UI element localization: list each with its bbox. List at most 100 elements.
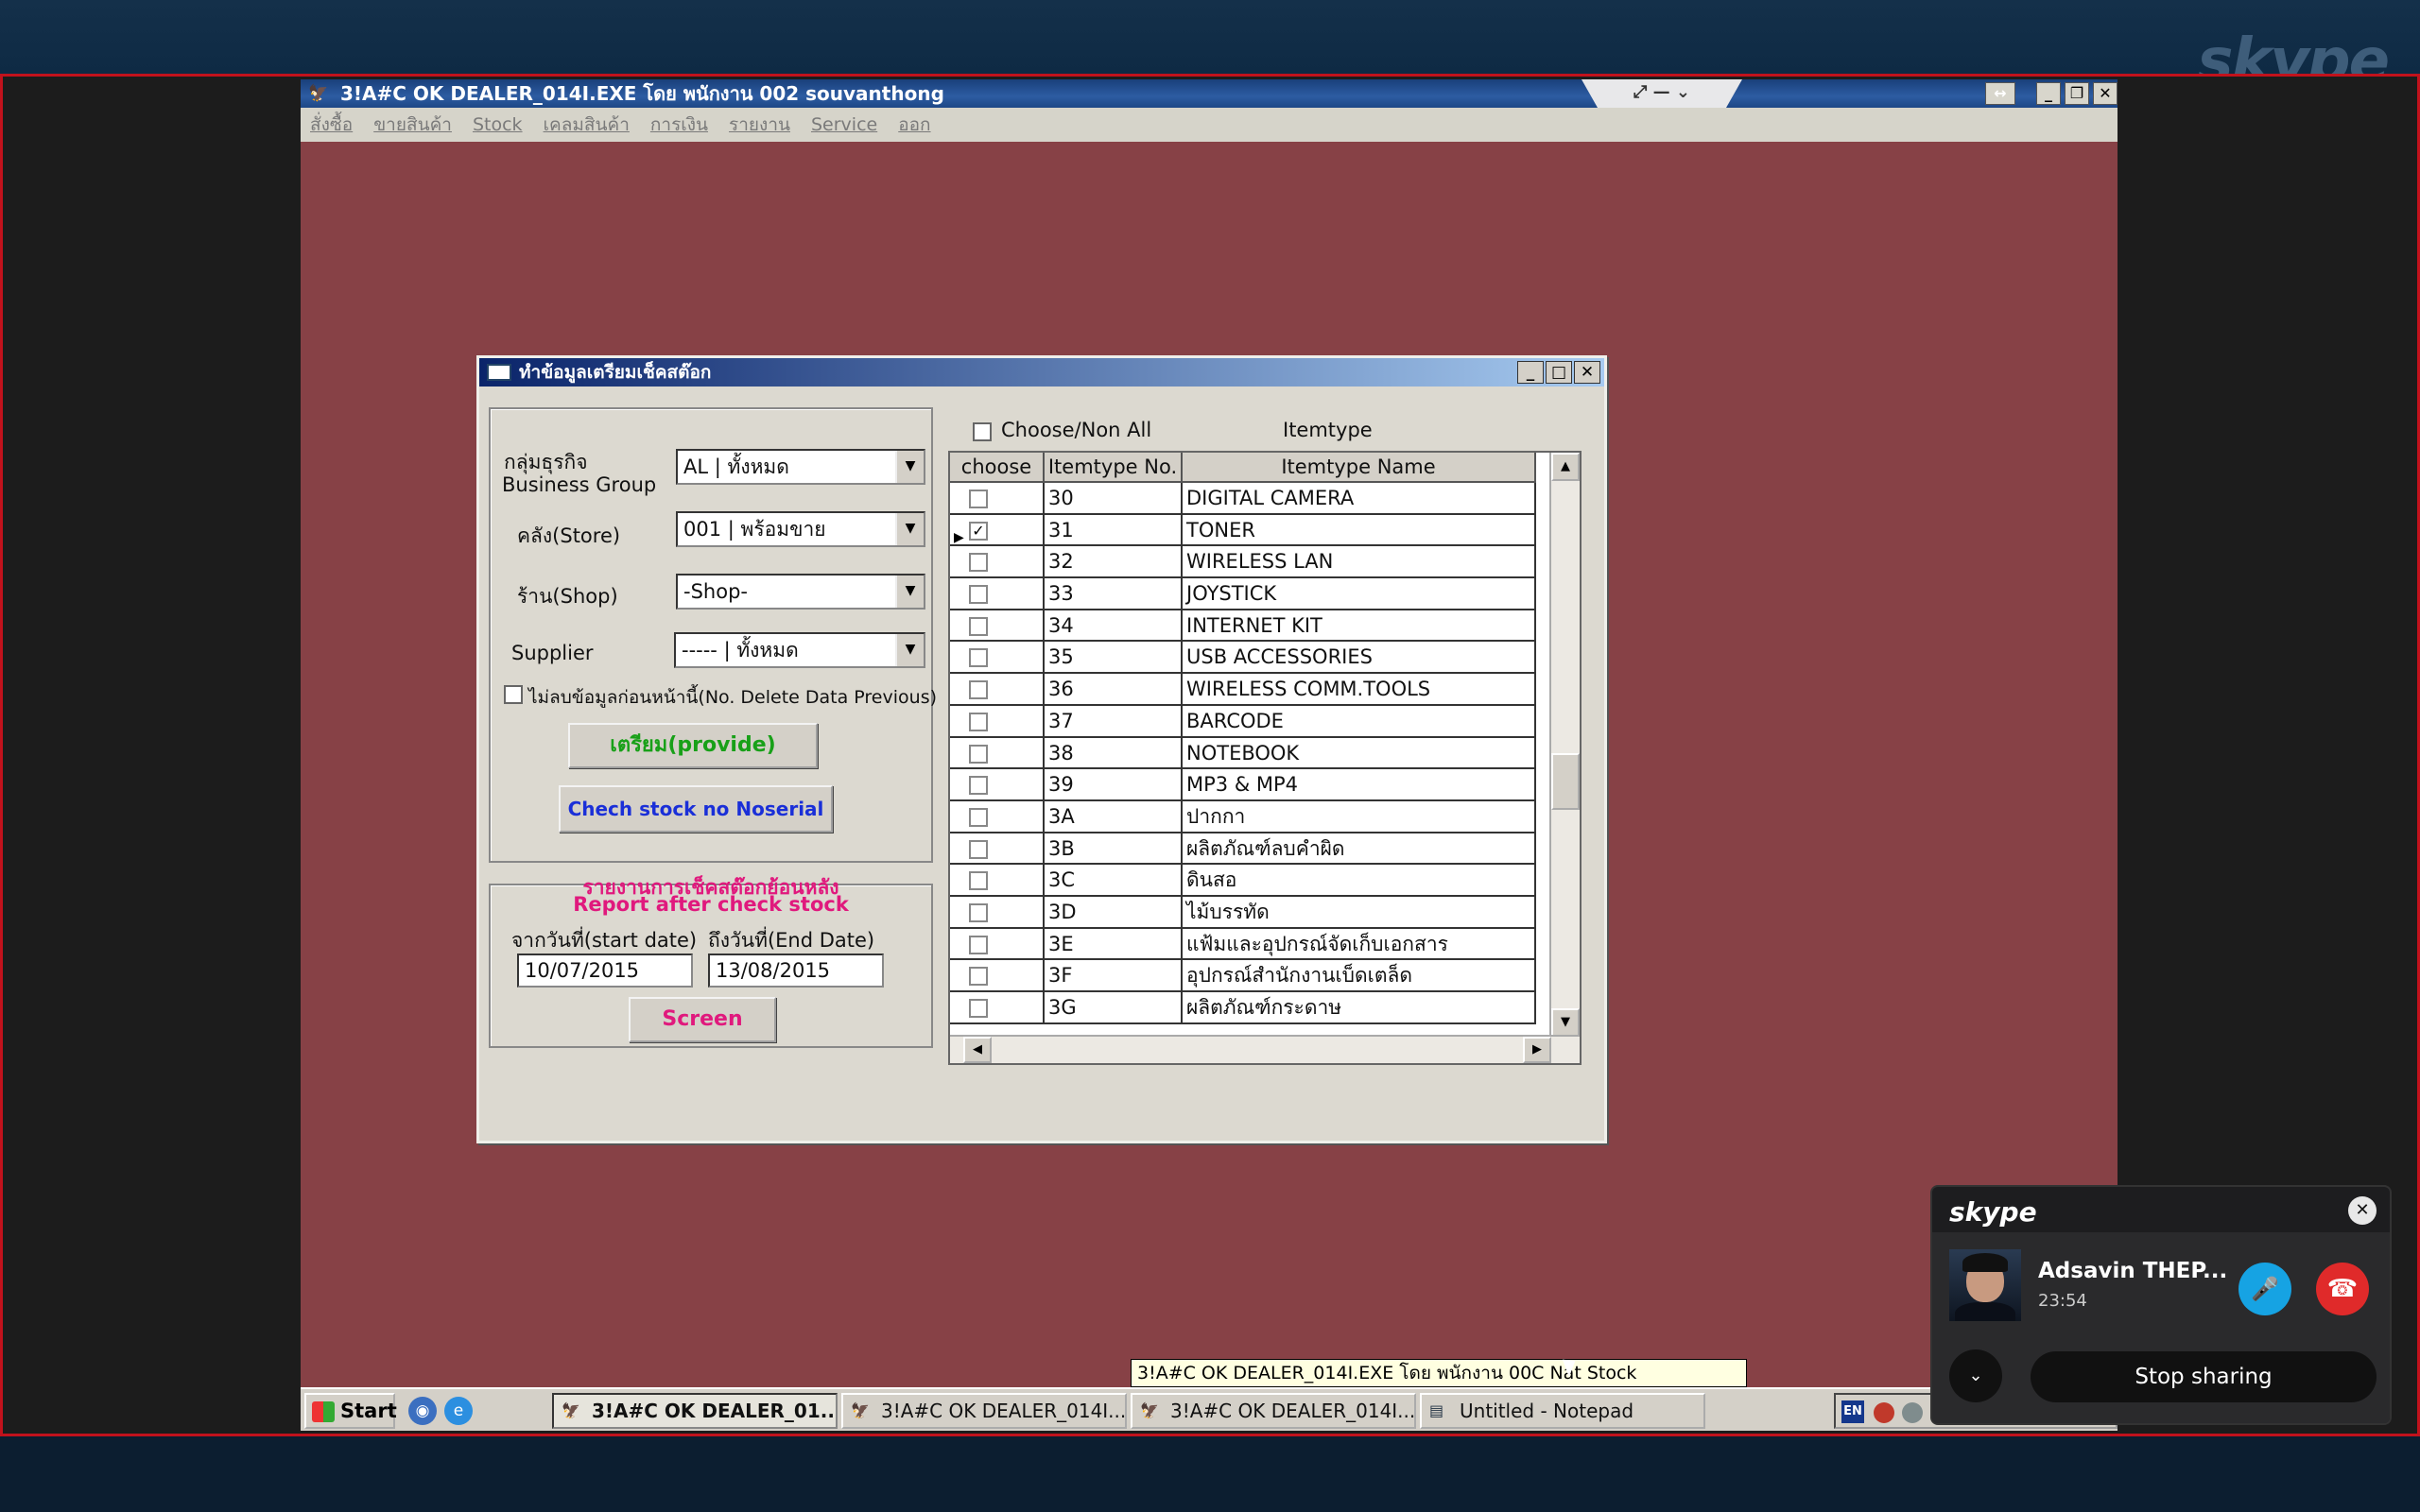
chevron-down-icon[interactable]: ▼ xyxy=(895,513,924,545)
table-row[interactable]: 34 INTERNET KIT xyxy=(950,610,1536,643)
scroll-left-icon[interactable]: ◀ xyxy=(963,1037,992,1063)
taskbar-item-3[interactable]: 🦅 3!A#C OK DEALER_014I... xyxy=(1131,1393,1416,1429)
grid-vertical-scrollbar[interactable]: ▲ ▼ xyxy=(1549,453,1580,1037)
row-checkbox[interactable] xyxy=(969,902,988,922)
row-checkbox[interactable] xyxy=(969,585,988,605)
table-row[interactable]: 30 DIGITAL CAMERA xyxy=(950,483,1536,515)
itemtype-no-cell[interactable]: 37 xyxy=(1045,705,1183,738)
itemtype-no-cell[interactable]: 3B xyxy=(1045,833,1183,866)
choose-cell[interactable] xyxy=(950,483,1045,515)
menu-finance[interactable]: การเงิน xyxy=(650,111,708,139)
itemtype-name-cell[interactable]: ผลิตภัณฑ์ลบคำผิด xyxy=(1183,833,1536,866)
internet-explorer-icon[interactable]: e xyxy=(444,1397,473,1425)
itemtype-name-cell[interactable]: MP3 & MP4 xyxy=(1183,769,1536,801)
store-select[interactable]: 001 | พร้อมขาย ▼ xyxy=(676,511,925,547)
close-icon[interactable]: ✕ xyxy=(2348,1196,2377,1225)
itemtype-name-cell[interactable]: NOTEBOOK xyxy=(1183,737,1536,770)
itemtype-no-cell[interactable]: 3G xyxy=(1045,992,1183,1024)
row-checkbox[interactable] xyxy=(969,616,988,636)
choose-cell[interactable] xyxy=(950,833,1045,866)
row-checkbox[interactable] xyxy=(969,712,988,731)
row-checkbox[interactable] xyxy=(969,648,988,668)
row-checkbox[interactable] xyxy=(969,967,988,987)
row-checkbox[interactable] xyxy=(969,680,988,700)
table-row[interactable]: 3D ไม้บรรทัด xyxy=(950,896,1536,929)
close-icon[interactable]: ✕ xyxy=(1574,361,1600,384)
table-row[interactable]: 38 NOTEBOOK xyxy=(950,737,1536,770)
table-row[interactable]: 33 JOYSTICK xyxy=(950,578,1536,610)
itemtype-no-cell[interactable]: 36 xyxy=(1045,674,1183,706)
itemtype-no-cell[interactable]: 3D xyxy=(1045,896,1183,929)
itemtype-name-cell[interactable]: DIGITAL CAMERA xyxy=(1183,483,1536,515)
desktop-quicklaunch-icon[interactable]: ◉ xyxy=(408,1397,437,1425)
menu-claim[interactable]: เคลมสินค้า xyxy=(544,111,630,139)
itemtype-name-cell[interactable]: ผลิตภัณฑ์กระดาษ xyxy=(1183,992,1536,1024)
row-checkbox[interactable] xyxy=(969,871,988,891)
choose-cell[interactable] xyxy=(950,769,1045,801)
row-checkbox[interactable] xyxy=(969,839,988,859)
row-checkbox[interactable] xyxy=(969,999,988,1018)
choose-cell[interactable] xyxy=(950,992,1045,1024)
menu-report[interactable]: รายงาน xyxy=(729,111,790,139)
microphone-icon[interactable]: 🎤 xyxy=(2238,1263,2291,1315)
itemtype-no-cell[interactable]: 34 xyxy=(1045,610,1183,643)
itemtype-name-cell[interactable]: ดินสอ xyxy=(1183,865,1536,897)
table-row[interactable]: 39 MP3 & MP4 xyxy=(950,769,1536,801)
itemtype-name-cell[interactable]: อุปกรณ์สำนักงานเบ็ดเตล็ด xyxy=(1183,960,1536,992)
itemtype-no-cell[interactable]: 35 xyxy=(1045,642,1183,675)
tray-network-icon[interactable] xyxy=(1874,1402,1894,1423)
choose-cell[interactable] xyxy=(950,674,1045,706)
choose-cell[interactable] xyxy=(950,705,1045,738)
itemtype-no-cell[interactable]: 39 xyxy=(1045,769,1183,801)
itemtype-no-cell[interactable]: 30 xyxy=(1045,483,1183,515)
hang-up-icon[interactable]: ☎ xyxy=(2316,1263,2369,1315)
itemtype-name-cell[interactable]: BARCODE xyxy=(1183,705,1536,738)
itemtype-no-cell[interactable]: 3A xyxy=(1045,800,1183,833)
screen-button[interactable]: Screen xyxy=(629,997,776,1042)
start-date-field[interactable]: 10/07/2015 xyxy=(517,954,693,988)
chevron-down-icon[interactable]: ▼ xyxy=(895,634,924,666)
scroll-down-icon[interactable]: ▼ xyxy=(1551,1008,1580,1037)
row-checkbox[interactable] xyxy=(969,744,988,764)
table-row[interactable]: ▶ ✓ 31 TONER xyxy=(950,514,1536,547)
row-checkbox[interactable] xyxy=(969,776,988,796)
table-row[interactable]: 3B ผลิตภัณฑ์ลบคำผิด xyxy=(950,833,1536,866)
no-delete-checkbox[interactable] xyxy=(504,685,523,704)
choose-cell[interactable]: ▶ ✓ xyxy=(950,514,1045,547)
table-row[interactable]: 3A ปากกา xyxy=(950,800,1536,833)
shop-select[interactable]: -Shop- ▼ xyxy=(676,574,925,610)
itemtype-name-cell[interactable]: ไม้บรรทัด xyxy=(1183,896,1536,929)
table-row[interactable]: 37 BARCODE xyxy=(950,705,1536,738)
chevron-down-icon[interactable]: ▼ xyxy=(895,451,924,483)
choose-cell[interactable] xyxy=(950,865,1045,897)
choose-cell[interactable] xyxy=(950,960,1045,992)
stop-sharing-button[interactable]: Stop sharing xyxy=(2031,1351,2377,1402)
itemtype-name-cell[interactable]: WIRELESS COMM.TOOLS xyxy=(1183,674,1536,706)
row-checkbox[interactable] xyxy=(969,935,988,954)
itemtype-no-cell[interactable]: 3F xyxy=(1045,960,1183,992)
taskbar-item-2[interactable]: 🦅 3!A#C OK DEALER_014I... xyxy=(841,1393,1127,1429)
itemtype-name-cell[interactable]: JOYSTICK xyxy=(1183,578,1536,610)
table-row[interactable]: 3F อุปกรณ์สำนักงานเบ็ดเตล็ด xyxy=(950,960,1536,992)
menu-stock[interactable]: Stock xyxy=(473,114,523,135)
table-row[interactable]: 36 WIRELESS COMM.TOOLS xyxy=(950,674,1536,706)
row-checkbox[interactable] xyxy=(969,490,988,508)
scroll-thumb[interactable] xyxy=(1551,753,1580,810)
check-stock-button[interactable]: Chech stock no Noserial xyxy=(559,785,833,833)
row-checkbox[interactable]: ✓ xyxy=(969,521,988,541)
menu-exit[interactable]: ออก xyxy=(898,111,930,139)
maximize-icon[interactable]: □ xyxy=(1546,361,1572,384)
resize-icon[interactable]: ↔ xyxy=(1985,82,2015,105)
column-header-choose[interactable]: choose xyxy=(950,453,1045,483)
column-header-itemtype-name[interactable]: Itemtype Name xyxy=(1183,453,1536,483)
table-row[interactable]: 3E แฟ้มและอุปกรณ์จัดเก็บเอกสาร xyxy=(950,928,1536,961)
scroll-right-icon[interactable]: ▶ xyxy=(1523,1037,1551,1063)
table-row[interactable]: 3C ดินสอ xyxy=(950,865,1536,897)
start-button[interactable]: Start xyxy=(304,1393,397,1429)
table-row[interactable]: 32 WIRELESS LAN xyxy=(950,546,1536,579)
itemtype-no-cell[interactable]: 38 xyxy=(1045,737,1183,770)
restore-icon[interactable]: ❐ xyxy=(2065,82,2089,105)
itemtype-name-cell[interactable]: แฟ้มและอุปกรณ์จัดเก็บเอกสาร xyxy=(1183,928,1536,961)
scroll-up-icon[interactable]: ▲ xyxy=(1551,453,1580,481)
language-indicator[interactable]: EN xyxy=(1841,1400,1864,1423)
